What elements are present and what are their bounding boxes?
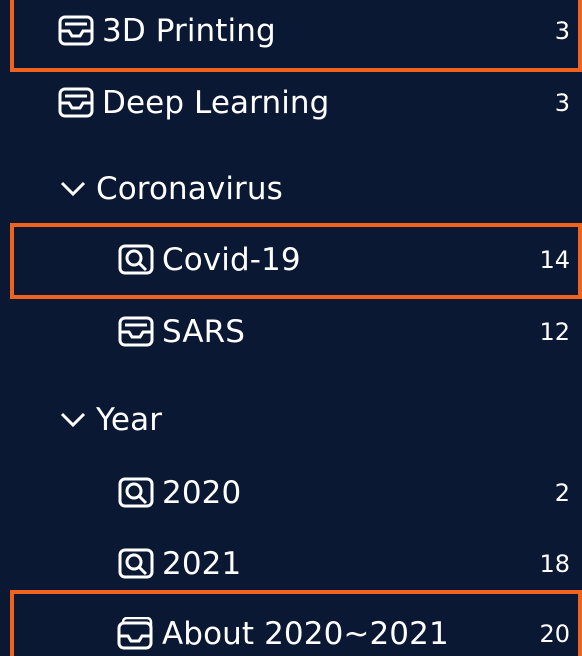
tree-item-label: About 2020~2021 — [162, 615, 449, 652]
tree-group-label: Year — [96, 401, 163, 438]
tree-item-about-2020-2021[interactable]: About 2020~2021 20 — [0, 603, 582, 656]
tree-item-label: SARS — [162, 313, 246, 350]
tree-item-label: Deep Learning — [102, 84, 330, 121]
tag-tree-panel: 3D Printing 3 Deep Learning 3 Coronaviru… — [0, 0, 582, 656]
inbox-icon — [54, 84, 98, 122]
item-count: 14 — [539, 246, 570, 274]
item-count: 3 — [554, 89, 570, 117]
chevron-down-icon[interactable] — [56, 401, 90, 439]
tree-group-label: Coronavirus — [96, 170, 283, 207]
search-folder-icon — [114, 474, 158, 512]
inbox-icon — [54, 12, 98, 50]
tree-item-2020[interactable]: 2020 2 — [0, 462, 582, 542]
tree-item-label: 3D Printing — [102, 12, 276, 49]
tree-item-2021[interactable]: 2021 18 — [0, 533, 582, 613]
tree-group-coronavirus[interactable]: Coronavirus — [0, 158, 582, 238]
tree-item-label: Covid-19 — [162, 241, 301, 278]
tree-group-year[interactable]: Year — [0, 389, 582, 469]
item-count: 20 — [539, 620, 570, 648]
chevron-down-icon[interactable] — [56, 170, 90, 208]
tree-item-label: 2020 — [162, 474, 242, 511]
item-count: 12 — [539, 318, 570, 346]
tree-item-3d-printing[interactable]: 3D Printing 3 — [0, 0, 582, 80]
tree-item-sars[interactable]: SARS 12 — [0, 301, 582, 381]
tree-item-covid-19[interactable]: Covid-19 14 — [0, 229, 582, 309]
item-count: 2 — [554, 479, 570, 507]
inbox-icon — [114, 313, 158, 351]
item-count: 18 — [539, 550, 570, 578]
search-folder-icon — [114, 545, 158, 583]
stacked-inbox-icon — [114, 615, 158, 653]
tree-item-label: 2021 — [162, 545, 242, 582]
search-folder-icon — [114, 241, 158, 279]
tree-item-deep-learning[interactable]: Deep Learning 3 — [0, 72, 582, 152]
item-count: 3 — [554, 17, 570, 45]
